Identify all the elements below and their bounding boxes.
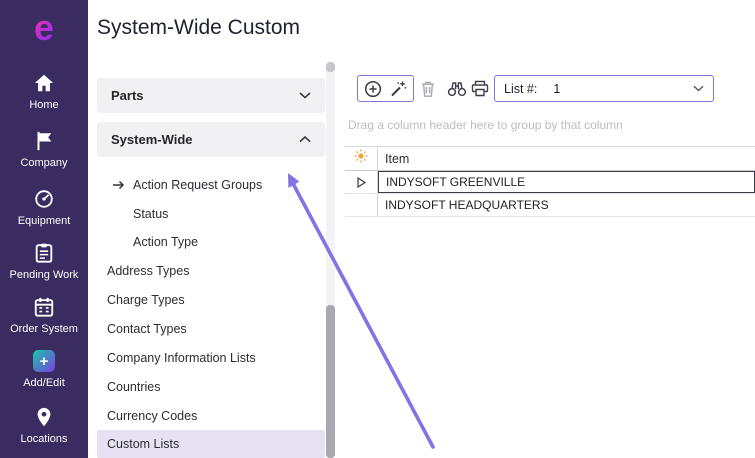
row-indicator-cell — [345, 171, 378, 193]
sidebar-item-company[interactable]: Company — [0, 130, 88, 169]
nav-item-label: Company Information Lists — [107, 351, 256, 365]
group-by-hint: Drag a column header here to group by th… — [348, 118, 623, 132]
home-icon — [33, 72, 55, 94]
sun-icon — [354, 149, 368, 168]
sidebar-item-label: Order System — [10, 323, 78, 335]
row-indicator-cell — [345, 194, 378, 216]
print-button[interactable] — [471, 80, 489, 97]
sidebar: e Home Company Equipment Pending Work — [0, 0, 88, 458]
sidebar-item-locations[interactable]: Locations — [0, 406, 88, 445]
chevron-down-icon — [299, 92, 311, 99]
sidebar-item-label: Add/Edit — [23, 377, 65, 389]
nav-item-contact-types[interactable]: Contact Types — [97, 314, 325, 343]
grid-header-row: Item — [345, 146, 755, 171]
sidebar-item-home[interactable]: Home — [0, 72, 88, 111]
nav-item-label: Currency Codes — [107, 409, 197, 423]
item-cell[interactable]: INDYSOFT GREENVILLE — [378, 171, 755, 193]
table-row[interactable]: INDYSOFT GREENVILLE — [345, 171, 755, 194]
list-number-dropdown[interactable]: List #: 1 — [494, 75, 714, 102]
section-label: Parts — [111, 88, 144, 103]
company-icon — [33, 130, 55, 152]
sidebar-item-label: Company — [20, 157, 67, 169]
chevron-down-icon — [693, 85, 704, 92]
scrollbar-top-nub — [326, 62, 335, 72]
nav-item-action-type[interactable]: Action Type — [97, 227, 325, 256]
nav-item-charge-types[interactable]: Charge Types — [97, 285, 325, 314]
page-title: System-Wide Custom — [97, 16, 300, 40]
nav-item-address-types[interactable]: Address Types — [97, 256, 325, 285]
record-edit-button-group — [357, 75, 414, 102]
scrollbar-thumb[interactable] — [326, 305, 335, 458]
sidebar-item-label: Home — [29, 99, 58, 111]
chevron-up-icon — [299, 136, 311, 143]
add-edit-icon: + — [33, 350, 55, 372]
nav-item-status[interactable]: Status — [97, 199, 325, 228]
add-record-button[interactable] — [364, 80, 382, 98]
list-number-value: 1 — [553, 82, 693, 96]
row-expander-icon[interactable] — [357, 177, 366, 188]
column-chooser-cell[interactable] — [345, 147, 378, 170]
section-label: System-Wide — [111, 132, 193, 147]
item-cell[interactable]: INDYSOFT HEADQUARTERS — [378, 194, 755, 216]
arrow-right-icon — [112, 179, 126, 193]
sidebar-item-label: Locations — [20, 433, 67, 445]
app-logo[interactable]: e — [0, 6, 88, 50]
pending-work-icon — [33, 242, 55, 264]
sidebar-item-order-system[interactable]: Order System — [0, 296, 88, 335]
nav-item-currency-codes[interactable]: Currency Codes — [97, 401, 325, 430]
items-grid: Item INDYSOFT GREENVILLE INDYSOFT HEADQU… — [345, 146, 755, 217]
nav-item-custom-lists[interactable]: Custom Lists — [97, 430, 325, 458]
search-binoculars-button[interactable] — [447, 80, 467, 97]
nav-item-countries[interactable]: Countries — [97, 372, 325, 401]
sidebar-item-equipment[interactable]: Equipment — [0, 188, 88, 227]
edit-wand-button[interactable] — [389, 80, 407, 98]
sidebar-item-label: Equipment — [18, 215, 71, 227]
section-system-wide[interactable]: System-Wide — [97, 122, 325, 157]
nav-item-label: Contact Types — [107, 322, 187, 336]
equipment-icon — [33, 188, 55, 210]
nav-item-label: Charge Types — [107, 293, 185, 307]
sidebar-item-add-edit[interactable]: + Add/Edit — [0, 350, 88, 389]
order-system-icon — [33, 296, 55, 318]
table-row[interactable]: INDYSOFT HEADQUARTERS — [345, 194, 755, 217]
nav-item-label: Address Types — [107, 264, 189, 278]
nav-item-label: Status — [133, 207, 168, 221]
column-header-item[interactable]: Item — [378, 152, 409, 166]
logo-e-icon: e — [34, 6, 54, 50]
nav-item-action-request-groups[interactable]: Action Request Groups — [97, 170, 325, 199]
locations-icon — [33, 406, 55, 428]
app-window: e Home Company Equipment Pending Work — [0, 0, 755, 458]
nav-item-label: Action Type — [133, 235, 198, 249]
section-parts[interactable]: Parts — [97, 78, 325, 113]
sidebar-item-label: Pending Work — [10, 269, 79, 281]
list-number-label: List #: — [504, 82, 537, 96]
nav-item-company-information-lists[interactable]: Company Information Lists — [97, 343, 325, 372]
delete-button[interactable] — [420, 80, 436, 98]
nav-panel-scrollbar[interactable] — [326, 62, 335, 458]
nav-item-label: Custom Lists — [107, 437, 179, 451]
sidebar-item-pending-work[interactable]: Pending Work — [0, 242, 88, 281]
nav-item-label: Action Request Groups — [133, 178, 262, 192]
nav-item-label: Countries — [107, 380, 161, 394]
